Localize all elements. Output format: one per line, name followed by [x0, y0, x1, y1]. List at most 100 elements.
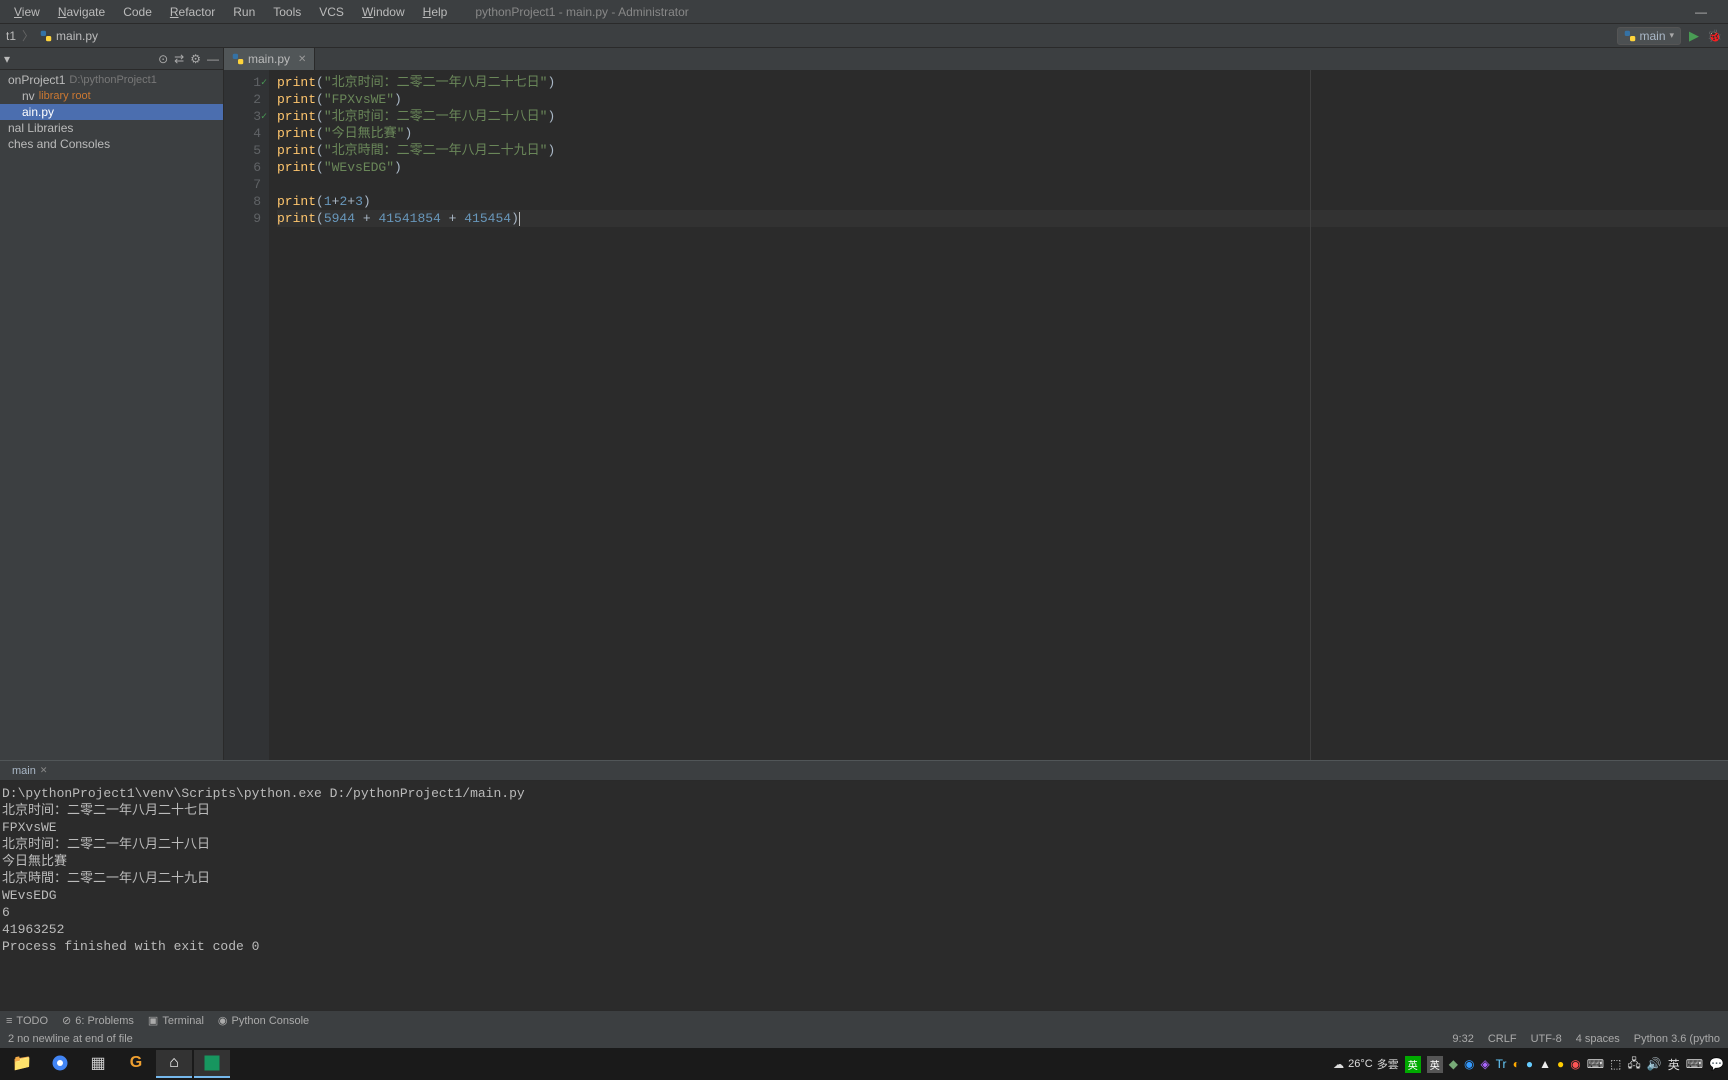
- checkmark-icon: ✓: [261, 109, 267, 126]
- minimize-button[interactable]: —: [1686, 5, 1716, 19]
- tray-icon-3[interactable]: ◆: [1449, 1057, 1458, 1071]
- problems-tab[interactable]: ⊘ 6: Problems: [62, 1014, 134, 1027]
- tray-icon-6[interactable]: Tr: [1496, 1057, 1507, 1071]
- line-separator[interactable]: CRLF: [1488, 1033, 1517, 1045]
- console-line: 41963252: [2, 921, 1726, 938]
- gutter-line[interactable]: 2: [228, 91, 261, 108]
- taskbar-app-3[interactable]: ▦: [80, 1050, 116, 1078]
- code-line[interactable]: print(1+2+3): [277, 193, 1728, 210]
- python-icon: [1624, 30, 1636, 42]
- code-line[interactable]: print(5944 + 41541854 + 415454): [277, 210, 1728, 227]
- pycharm-icon: [203, 1054, 221, 1072]
- tray-icon-1[interactable]: 英: [1405, 1056, 1421, 1073]
- python-interpreter[interactable]: Python 3.6 (pytho: [1634, 1033, 1720, 1045]
- tree-row[interactable]: nv library root: [0, 88, 223, 104]
- terminal-tab[interactable]: ▣ Terminal: [148, 1014, 204, 1027]
- taskbar-app-4[interactable]: G: [118, 1050, 154, 1078]
- code-line[interactable]: [277, 176, 1728, 193]
- hide-icon[interactable]: —: [207, 52, 219, 66]
- python-console-tab[interactable]: ◉ Python Console: [218, 1014, 309, 1027]
- code-editor[interactable]: 1✓23✓456789 print("北京时间：二零二一年八月二十七日")pri…: [224, 70, 1728, 760]
- tree-row[interactable]: ain.py: [0, 104, 223, 120]
- project-dropdown[interactable]: ▾: [4, 52, 10, 66]
- tray-icon-11[interactable]: ◉: [1570, 1057, 1580, 1071]
- tray-icon-7[interactable]: ◐: [1513, 1057, 1520, 1071]
- weather-widget[interactable]: ☁ 26°C 多雲: [1333, 1056, 1399, 1072]
- gutter: 1✓23✓456789: [224, 70, 269, 760]
- editor-tab-main[interactable]: main.py ✕: [224, 48, 315, 70]
- tree-row[interactable]: ches and Consoles: [0, 136, 223, 152]
- code-line[interactable]: print("FPXvsWE"): [277, 91, 1728, 108]
- gutter-line[interactable]: 1✓: [228, 74, 261, 91]
- menu-navigate[interactable]: Navigate: [50, 2, 113, 22]
- taskbar-chrome[interactable]: [42, 1050, 78, 1078]
- python-console-label: Python Console: [232, 1015, 310, 1027]
- tray-icon-vol[interactable]: 🔊: [1647, 1057, 1662, 1071]
- nav-bar: t1 〉 main.py main ▾ ▶ 🐞: [0, 24, 1728, 48]
- run-tab[interactable]: main ✕: [6, 763, 53, 779]
- run-config-label: main: [1640, 29, 1666, 43]
- gutter-line[interactable]: 8: [228, 193, 261, 210]
- gutter-line[interactable]: 5: [228, 142, 261, 159]
- close-icon[interactable]: ✕: [298, 54, 306, 65]
- code-line[interactable]: print("北京时间：二零二一年八月二十七日"): [277, 74, 1728, 91]
- code-body[interactable]: print("北京时间：二零二一年八月二十七日")print("FPXvsWE"…: [269, 70, 1728, 760]
- breadcrumb-file[interactable]: main.py: [40, 29, 98, 43]
- locate-icon[interactable]: ⊙: [158, 52, 168, 66]
- tray-icon-5[interactable]: ◈: [1480, 1057, 1489, 1071]
- tray-icon-9[interactable]: ▲: [1539, 1057, 1551, 1071]
- tray-icon-ime[interactable]: ⌨: [1587, 1057, 1604, 1071]
- taskbar-apps: 📁 ▦ G ⌂: [4, 1050, 230, 1078]
- breadcrumb-project[interactable]: t1: [6, 29, 16, 43]
- taskbar-explorer[interactable]: 📁: [4, 1050, 40, 1078]
- settings-icon[interactable]: ⚙: [190, 52, 201, 66]
- tray-icon-8[interactable]: ●: [1526, 1057, 1533, 1071]
- file-encoding[interactable]: UTF-8: [1531, 1033, 1562, 1045]
- expand-icon[interactable]: ⇄: [174, 52, 184, 66]
- tray-icon-net[interactable]: 🖧: [1627, 1054, 1640, 1075]
- debug-button[interactable]: 🐞: [1707, 29, 1722, 43]
- tree-row[interactable]: onProject1 D:\pythonProject1: [0, 72, 223, 88]
- tray-icon-notif[interactable]: 💬: [1709, 1057, 1724, 1071]
- menu-view[interactable]: View: [6, 2, 48, 22]
- checkmark-icon: ✓: [261, 75, 267, 92]
- taskbar-pycharm[interactable]: [194, 1050, 230, 1078]
- tray-icon-2[interactable]: 英: [1427, 1056, 1443, 1073]
- tree-label: nv: [22, 89, 35, 103]
- menu-refactor[interactable]: Refactor: [162, 2, 223, 22]
- gutter-line[interactable]: 4: [228, 125, 261, 142]
- console-output[interactable]: D:\pythonProject1\venv\Scripts\python.ex…: [0, 781, 1728, 1010]
- run-config-selector[interactable]: main ▾: [1617, 27, 1682, 45]
- menu-vcs[interactable]: VCS: [311, 2, 352, 22]
- tree-label: onProject1: [8, 73, 65, 87]
- menu-code[interactable]: Code: [115, 2, 160, 22]
- gutter-line[interactable]: 3✓: [228, 108, 261, 125]
- menu-tools[interactable]: Tools: [265, 2, 309, 22]
- code-line[interactable]: print("WEvsEDG"): [277, 159, 1728, 176]
- tree-row[interactable]: nal Libraries: [0, 120, 223, 136]
- run-button[interactable]: ▶: [1689, 28, 1699, 44]
- tray-lang[interactable]: 英: [1668, 1056, 1680, 1073]
- gutter-line[interactable]: 6: [228, 159, 261, 176]
- tray-icon-keyboard[interactable]: ⌨: [1686, 1057, 1703, 1071]
- menu-window[interactable]: Window: [354, 2, 413, 22]
- console-line: FPXvsWE: [2, 819, 1726, 836]
- taskbar-app-5[interactable]: ⌂: [156, 1050, 192, 1078]
- status-bar: 2 no newline at end of file 9:32 CRLF UT…: [0, 1030, 1728, 1048]
- todo-tab[interactable]: ≡ TODO: [6, 1015, 48, 1027]
- indent-setting[interactable]: 4 spaces: [1576, 1033, 1620, 1045]
- menu-help[interactable]: Help: [415, 2, 456, 22]
- cursor-position[interactable]: 9:32: [1452, 1033, 1473, 1045]
- code-line[interactable]: print("北京时间：二零二一年八月二十八日"): [277, 108, 1728, 125]
- tray-icon-10[interactable]: ●: [1557, 1057, 1564, 1071]
- tray-icon-4[interactable]: ◉: [1464, 1057, 1474, 1071]
- python-icon: [40, 30, 52, 42]
- gutter-line[interactable]: 7: [228, 176, 261, 193]
- code-line[interactable]: print("今日無比賽"): [277, 125, 1728, 142]
- code-line[interactable]: print("北京時間：二零二一年八月二十九日"): [277, 142, 1728, 159]
- tray-icon-usb[interactable]: ⬚: [1610, 1057, 1621, 1071]
- tree-path: D:\pythonProject1: [69, 74, 156, 86]
- gutter-line[interactable]: 9: [228, 210, 261, 227]
- menu-run[interactable]: Run: [225, 2, 263, 22]
- close-icon[interactable]: ✕: [40, 765, 48, 776]
